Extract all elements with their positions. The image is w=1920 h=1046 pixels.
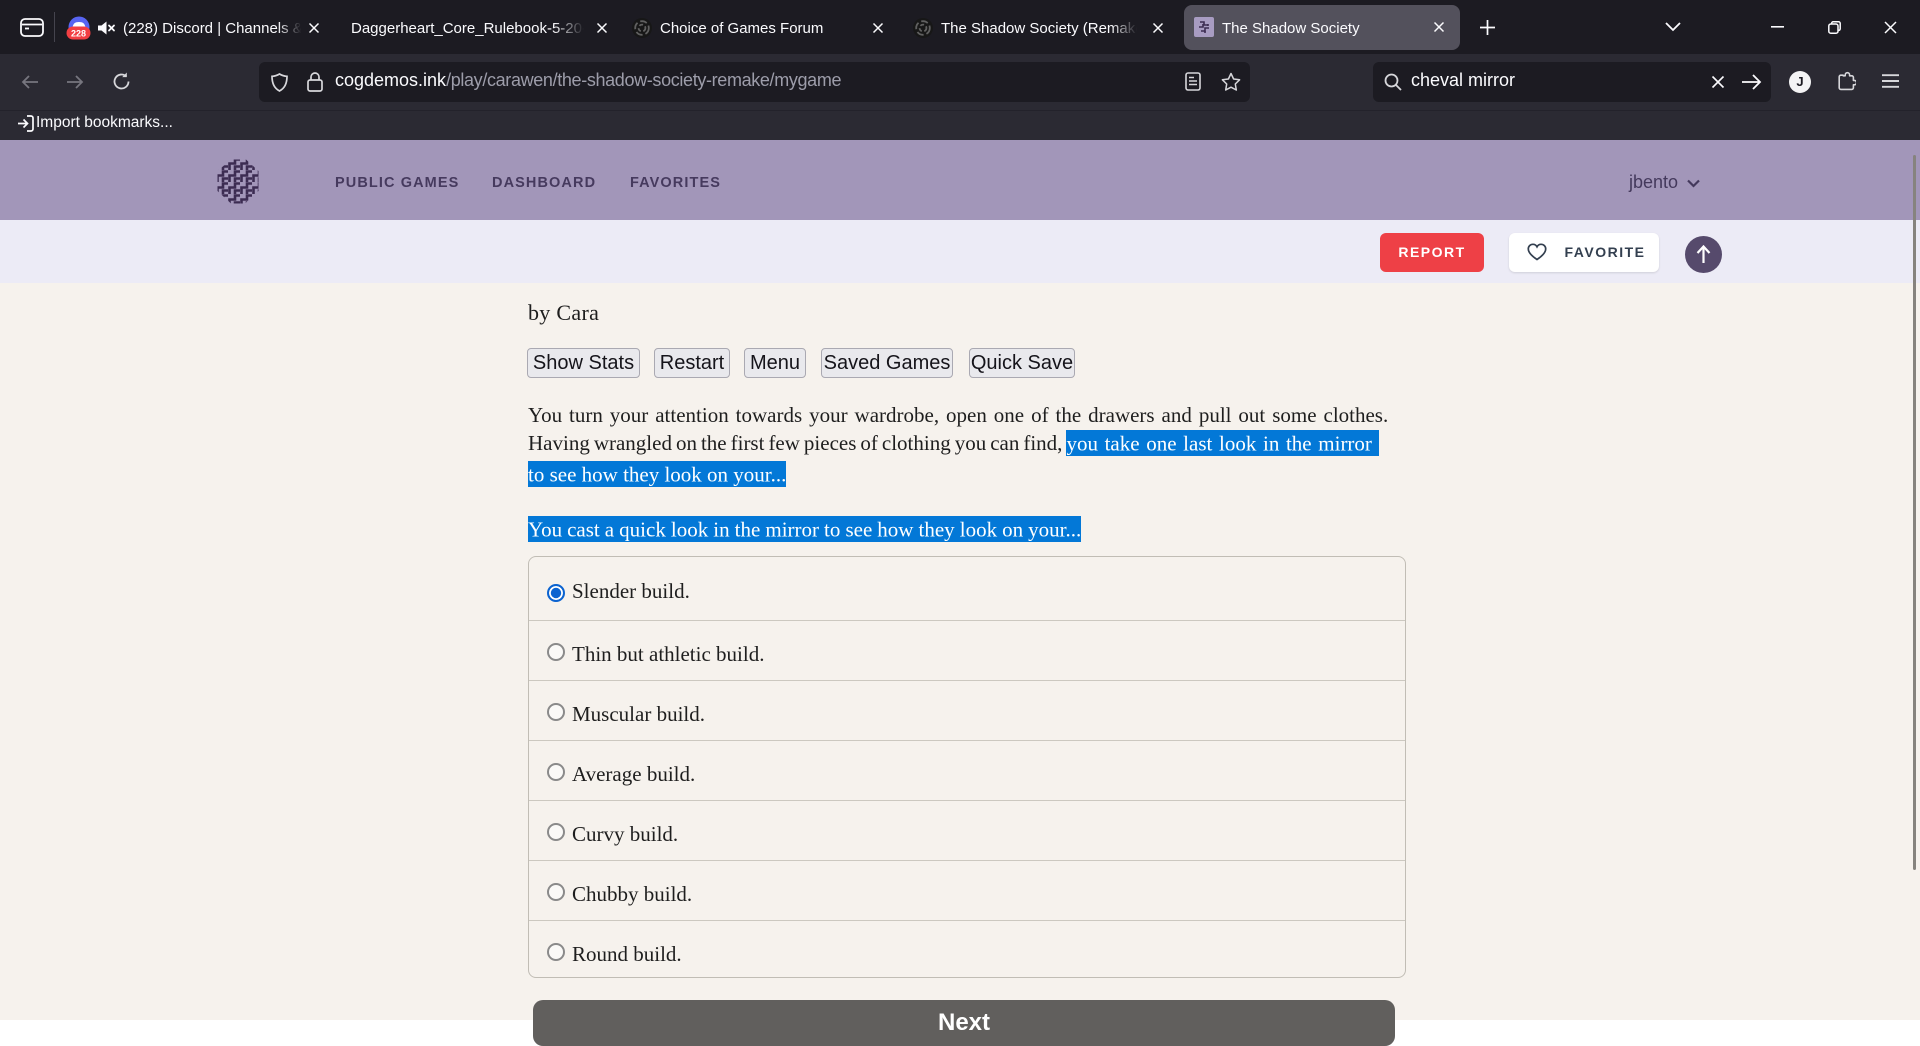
svg-text:228: 228 bbox=[71, 29, 86, 39]
